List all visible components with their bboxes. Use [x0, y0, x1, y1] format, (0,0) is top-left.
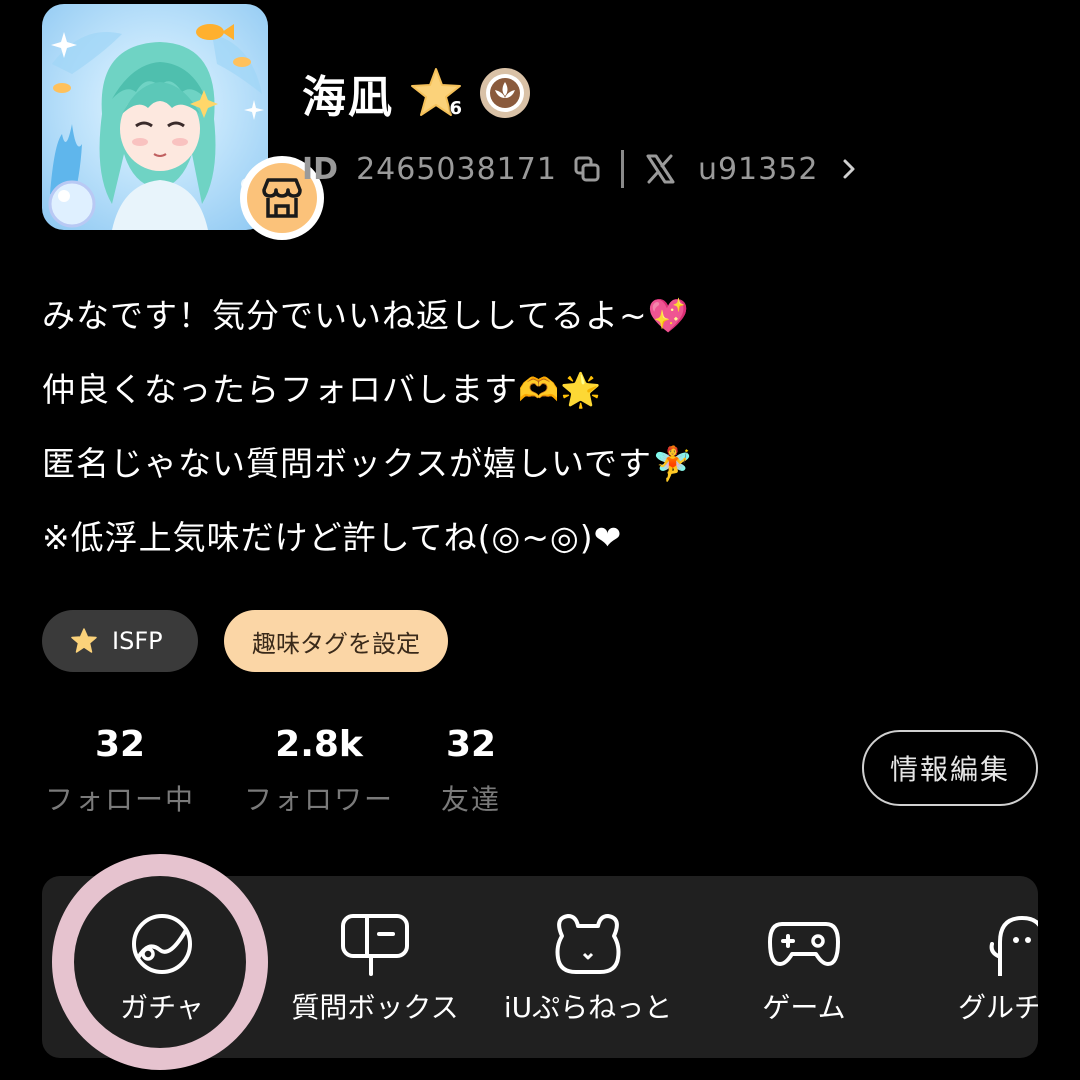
medal-icon[interactable] [478, 66, 532, 120]
gamepad-icon [768, 922, 840, 966]
hobby-tag-label: 趣味タグを設定 [252, 629, 420, 658]
menu-item-question-box[interactable]: 質問ボックス [272, 876, 478, 1058]
mailbox-icon [341, 914, 409, 976]
menu-item-iu-planet[interactable]: iUぷらねっと [478, 876, 698, 1058]
tags-row: ISFP 趣味タグを設定 [42, 610, 448, 672]
id-row: ID 2465038171 u91352 [302, 146, 860, 192]
bio-line: 匿名じゃない質問ボックスが嬉しいです🧚 [42, 444, 695, 483]
id-value: 2465038171 [356, 151, 557, 187]
set-hobby-tag-button[interactable]: 趣味タグを設定 [224, 610, 448, 672]
x-logo-icon[interactable] [644, 153, 676, 185]
avatar-container[interactable] [42, 4, 324, 240]
divider [620, 150, 624, 188]
menu-item-game[interactable]: ゲーム [704, 876, 904, 1058]
mbti-tag[interactable]: ISFP [42, 610, 198, 672]
bio-line: みなです！気分でいいね返ししてるよ~💖 [42, 296, 690, 335]
avatar[interactable] [42, 4, 268, 230]
profile-name: 海凪 [302, 72, 394, 123]
stat-value: 32 [445, 724, 497, 765]
stat-value: 2.8k [275, 724, 363, 765]
stat-value: 32 [94, 724, 146, 765]
menu-item-gacha[interactable]: ガチャ [42, 876, 282, 1058]
menu-label: ガチャ [120, 991, 204, 1024]
stat-label: フォロワー [243, 783, 394, 816]
menu-item-group-chat[interactable]: グルチ [948, 876, 1038, 1058]
level-number: 6 [449, 98, 462, 119]
stat-following[interactable]: 32 フォロー中 [42, 720, 198, 818]
bio-line: ※低浮上気味だけど許してね(◎~◎)❤ [42, 518, 623, 557]
menu-label: ゲーム [762, 991, 846, 1024]
chevron-right-icon[interactable] [838, 158, 860, 180]
profile-name-row: 海凪 6 [302, 58, 532, 128]
star-icon [71, 628, 97, 653]
level-star-badge[interactable]: 6 [408, 65, 464, 121]
gacha-icon [132, 914, 192, 974]
id-label: ID [302, 151, 339, 187]
profile-bio: みなです！気分でいいね返ししてるよ~💖 仲良くなったらフォロバします🫶🌟 匿名じ… [42, 286, 1042, 582]
stat-followers[interactable]: 2.8k フォロワー [240, 720, 398, 818]
bio-line: 仲良くなったらフォロバします🫶🌟 [42, 370, 603, 409]
avatar-illustration [48, 24, 264, 230]
x-handle[interactable]: u91352 [698, 152, 818, 187]
edit-profile-button[interactable]: 情報編集 [862, 730, 1038, 806]
menu-label: iUぷらねっと [503, 991, 673, 1024]
feature-menu: ガチャ 質問ボックス iUぷらねっと ゲーム グルチ [42, 876, 1038, 1058]
stat-friends[interactable]: 32 友達 [430, 720, 512, 818]
mbti-tag-label: ISFP [112, 627, 163, 655]
bear-icon [555, 914, 621, 974]
stat-label: 友達 [440, 783, 501, 816]
menu-label: 質問ボックス [291, 991, 459, 1024]
group-chat-icon [989, 915, 1038, 976]
copy-icon[interactable] [573, 155, 601, 183]
stat-label: フォロー中 [44, 783, 195, 816]
menu-label: グルチ [958, 991, 1038, 1024]
